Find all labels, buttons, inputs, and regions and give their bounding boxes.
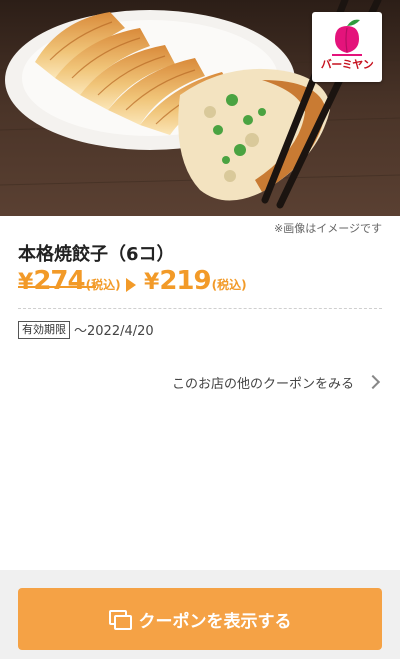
chevron-right-icon	[365, 374, 381, 390]
product-photo: バーミヤン	[0, 0, 400, 216]
sale-price-tax: (税込)	[211, 278, 247, 292]
show-coupon-label: クーポンを表示する	[138, 611, 292, 632]
validity-date: 〜2022/4/20	[74, 324, 154, 339]
show-coupon-button[interactable]: クーポンを表示する	[18, 588, 382, 650]
strikethrough-line	[18, 286, 96, 288]
product-title: 本格焼餃子（6コ）	[18, 244, 175, 265]
arrow-right-icon	[126, 278, 136, 292]
sale-price: ¥219(税込)	[144, 266, 247, 296]
other-coupons-label: このお店の他のクーポンをみる	[171, 376, 354, 392]
price-row: ¥274(税込) ¥219(税込)	[18, 266, 388, 302]
original-price-tax: (税込)	[85, 278, 121, 292]
brand-logo-text: バーミヤン	[320, 58, 374, 71]
image-disclaimer: ※画像はイメージです	[274, 222, 382, 235]
dashed-divider	[18, 308, 382, 309]
original-price-yen: ¥	[18, 270, 34, 295]
validity-badge: 有効期限	[18, 320, 70, 339]
original-price: ¥274(税込)	[18, 266, 121, 296]
coupon-icon	[108, 610, 132, 630]
validity-period: 有効期限 〜2022/4/20	[18, 319, 154, 339]
sale-price-yen: ¥	[144, 270, 160, 295]
sale-price-amount: 219	[159, 266, 211, 296]
other-coupons-link[interactable]: このお店の他のクーポンをみる	[171, 372, 381, 392]
bottom-action-bar: クーポンを表示する	[0, 570, 400, 659]
original-price-amount: 274	[33, 266, 85, 296]
brand-logo: バーミヤン	[312, 12, 382, 82]
